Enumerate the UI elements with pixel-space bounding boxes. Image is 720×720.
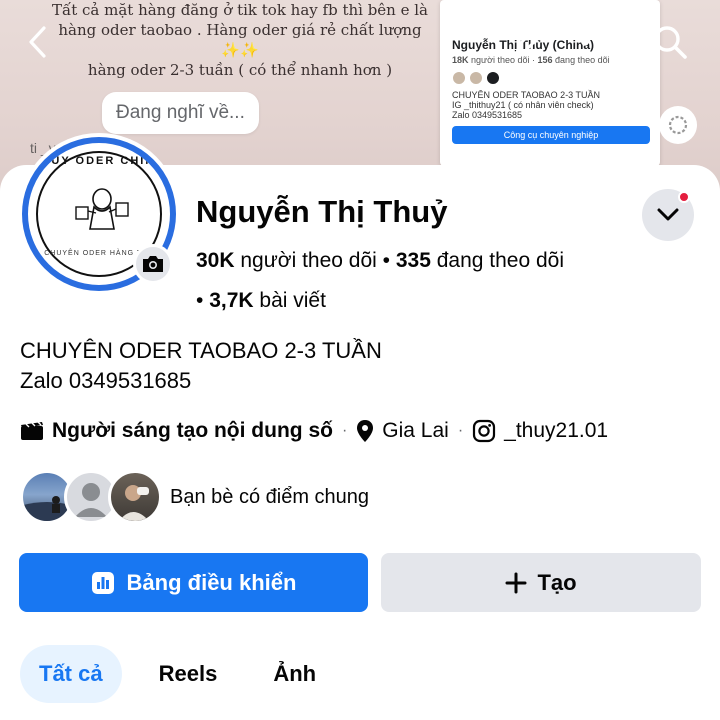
profile-name: Nguyễn Thị Thuỷ bbox=[196, 194, 448, 229]
thought-bubble[interactable]: Đang nghĩ về... bbox=[102, 92, 259, 134]
details-separator: · bbox=[457, 422, 464, 439]
mini-profile-bio: IG _thithuy21 ( có nhân viên check) bbox=[452, 100, 594, 110]
friend-avatar bbox=[108, 470, 162, 524]
mini-profile-button: Công cụ chuyên nghiệp bbox=[452, 126, 650, 144]
followers-label[interactable]: người theo dõi bbox=[240, 249, 376, 272]
following-label[interactable]: đang theo dõi bbox=[437, 249, 564, 272]
category-label: Người sáng tạo nội dung số bbox=[52, 419, 333, 442]
mini-profile-friends bbox=[452, 71, 650, 85]
create-button[interactable]: Tạo bbox=[381, 553, 701, 612]
tab-reels[interactable]: Reels bbox=[140, 645, 237, 703]
cover-profile-screenshot: Nguyễn Thị Thủy (China) 18K người theo d… bbox=[440, 0, 660, 166]
clapperboard-icon bbox=[20, 421, 44, 441]
change-avatar-button[interactable] bbox=[133, 244, 173, 284]
avatar-illustration bbox=[75, 188, 129, 230]
profile-details: Người sáng tạo nội dung số · Gia Lai · _… bbox=[20, 419, 608, 443]
pencil-icon bbox=[515, 27, 543, 55]
profile-stats: 30K người theo dõi • 335 đang theo dõi bbox=[196, 249, 564, 273]
avatar-logo-text: THỦY ODER CHINA bbox=[32, 155, 166, 167]
chart-icon bbox=[91, 571, 114, 594]
camera-icon bbox=[143, 256, 163, 272]
more-dots-icon bbox=[581, 38, 615, 46]
cover-text-line: Tất cả mặt hàng đăng ở tik tok hay fb th… bbox=[52, 1, 428, 19]
search-button[interactable] bbox=[650, 22, 690, 62]
location-pin-icon bbox=[356, 419, 374, 443]
instagram-handle-link[interactable]: _thuy21.01 bbox=[504, 419, 608, 443]
notification-dot bbox=[678, 191, 690, 203]
search-icon bbox=[654, 26, 687, 59]
mutual-friends-label: Bạn bè có điểm chung bbox=[170, 485, 370, 508]
stats-separator: • bbox=[196, 289, 204, 312]
edit-button[interactable] bbox=[508, 22, 548, 62]
camera-icon bbox=[668, 115, 688, 135]
mini-profile-bio: Zalo 0349531685 bbox=[452, 110, 523, 120]
posts-label: bài viết bbox=[259, 289, 326, 312]
mini-profile-name: Nguyễn Thị Thủy (China) bbox=[452, 38, 594, 52]
tab-all[interactable]: Tất cả bbox=[20, 645, 122, 703]
dashboard-button-label: Bảng điều khiển bbox=[126, 569, 297, 595]
tab-photos[interactable]: Ảnh bbox=[254, 645, 335, 703]
cover-text-line: hàng oder taobao . Hàng oder giá rẻ chất… bbox=[58, 21, 422, 59]
profile-bio: CHUYÊN ODER TAOBAO 2-3 TUẦN Zalo 0349531… bbox=[20, 336, 382, 396]
stats-separator: • bbox=[382, 249, 390, 272]
bio-line: CHUYÊN ODER TAOBAO 2-3 TUẦN bbox=[20, 338, 382, 363]
mutual-friends[interactable]: Bạn bè có điểm chung bbox=[20, 470, 369, 524]
mini-profile-stats: 18K người theo dõi · 156 đang theo dõi bbox=[452, 55, 610, 65]
edit-cover-camera-button[interactable] bbox=[659, 106, 697, 144]
followers-count[interactable]: 30K bbox=[196, 249, 235, 272]
bio-line: Zalo 0349531685 bbox=[20, 368, 192, 393]
posts-count: 3,7K bbox=[209, 289, 254, 312]
chevron-down-icon bbox=[657, 208, 679, 221]
instagram-icon bbox=[472, 419, 496, 443]
profile-stats-posts: • 3,7K bài viết bbox=[196, 289, 326, 313]
profile-switcher-button[interactable] bbox=[642, 189, 694, 241]
plus-icon bbox=[505, 572, 527, 593]
create-button-label: Tạo bbox=[537, 569, 577, 595]
location-label: Gia Lai bbox=[382, 419, 449, 442]
back-arrow-icon bbox=[29, 26, 46, 58]
cover-text-line: hàng oder 2-3 tuần ( có thể nhanh hơn ) bbox=[87, 61, 393, 79]
profile-tabs: Tất cả Reels Ảnh bbox=[20, 645, 353, 703]
back-button[interactable] bbox=[18, 22, 58, 62]
dashboard-button[interactable]: Bảng điều khiển bbox=[19, 553, 368, 612]
details-separator: · bbox=[341, 422, 348, 439]
mini-profile-bio: CHUYÊN ODER TAOBAO 2-3 TUẦN bbox=[452, 90, 601, 100]
more-options-button[interactable] bbox=[578, 22, 618, 62]
cover-text: Tất cả mặt hàng đăng ở tik tok hay fb th… bbox=[40, 0, 440, 80]
following-count[interactable]: 335 bbox=[396, 249, 431, 272]
